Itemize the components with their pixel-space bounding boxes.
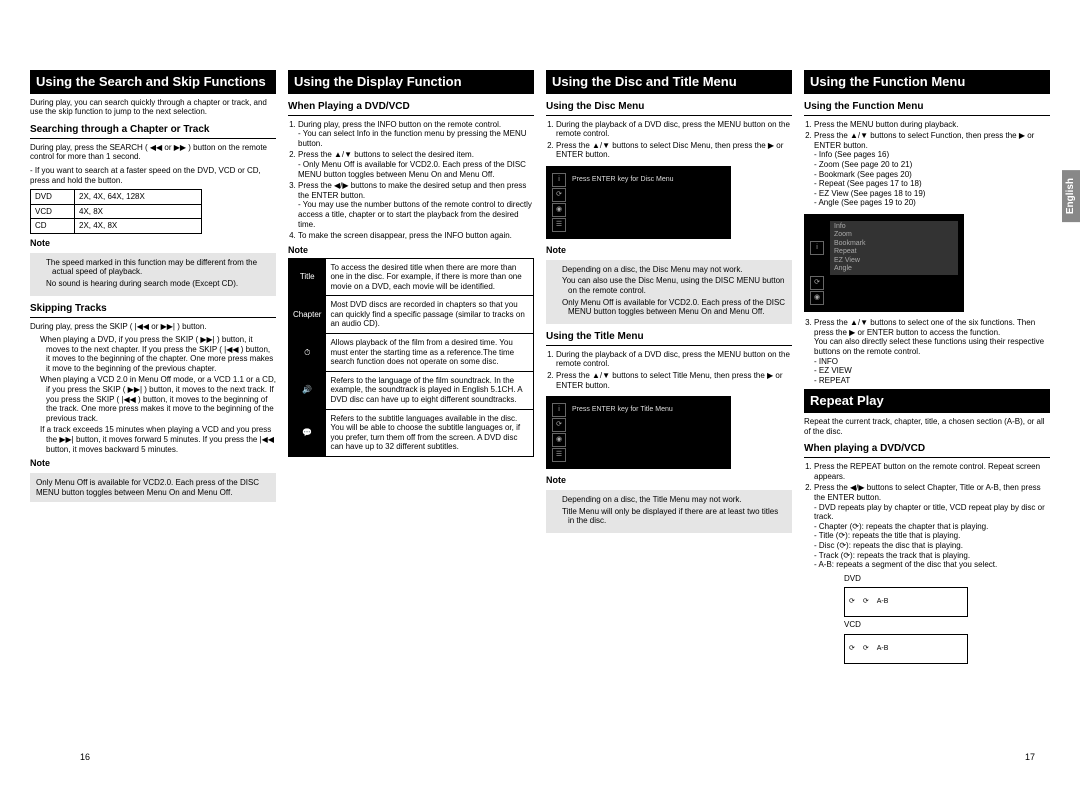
- note-box-1: The speed marked in this function may be…: [30, 253, 276, 296]
- col4: Using the Function Menu Using the Functi…: [804, 70, 1050, 667]
- note-box-3: Depending on a disc, the Disc Menu may n…: [546, 260, 792, 324]
- col2: Using the Display Function When Playing …: [288, 70, 534, 667]
- col3: Using the Disc and Title Menu Using the …: [546, 70, 792, 667]
- dvd-label: DVD: [844, 574, 1050, 584]
- language-tab: English: [1062, 170, 1080, 222]
- title-steps: During the playback of a DVD disc, press…: [546, 350, 792, 390]
- note-label-4: Note: [546, 245, 792, 256]
- osd-function-menu: i Info Zoom Bookmark Repeat EZ View Angl…: [804, 214, 964, 312]
- sub-title-menu: Using the Title Menu: [546, 328, 792, 346]
- skip-text1: During play, press the SKIP ( |◀◀ or ▶▶|…: [30, 322, 276, 332]
- sub-function-menu: Using the Function Menu: [804, 98, 1050, 116]
- header-display: Using the Display Function: [288, 70, 534, 94]
- header-function-menu: Using the Function Menu: [804, 70, 1050, 94]
- note-label-2: Note: [30, 458, 276, 469]
- skip-list: When playing a DVD, if you press the SKI…: [30, 335, 276, 454]
- disc-steps: During the playback of a DVD disc, press…: [546, 120, 792, 160]
- sub-disc-menu: Using the Disc Menu: [546, 98, 792, 116]
- note-label: Note: [30, 238, 276, 249]
- icon-title: Title: [289, 258, 326, 296]
- func-steps: Press the MENU button during playback. P…: [804, 120, 1050, 208]
- repeat-intro: Repeat the current track, chapter, title…: [804, 417, 1050, 436]
- page-num-left: 16: [80, 752, 90, 763]
- note-label-3: Note: [288, 245, 534, 256]
- icon-time: ⏱: [289, 334, 326, 372]
- header-disc-title: Using the Disc and Title Menu: [546, 70, 792, 94]
- search-text1: During play, press the SEARCH ( ◀◀ or ▶▶…: [30, 143, 276, 162]
- sub-when-playing: When Playing a DVD/VCD: [288, 98, 534, 116]
- intro-text: During play, you can search quickly thro…: [30, 98, 276, 117]
- sub-skipping: Skipping Tracks: [30, 300, 276, 318]
- header-search-skip: Using the Search and Skip Functions: [30, 70, 276, 94]
- repeat-steps: Press the REPEAT button on the remote co…: [804, 462, 1050, 570]
- manual-spread: Using the Search and Skip Functions Duri…: [30, 70, 1050, 667]
- display-table: TitleTo access the desired title when th…: [288, 258, 534, 458]
- icon-chapter: Chapter: [289, 296, 326, 334]
- osd-disc-menu: iPress ENTER key for Disc Menu ⟳ ◉ ☰: [546, 166, 731, 239]
- page-num-right: 17: [1025, 752, 1035, 763]
- sub-search-chapter: Searching through a Chapter or Track: [30, 121, 276, 139]
- header-repeat: Repeat Play: [804, 389, 1050, 413]
- icon-subtitle: 💬: [289, 409, 326, 456]
- repeat-dvd-box: ⟳⟳A-B: [844, 587, 968, 617]
- note-box-4: Depending on a disc, the Title Menu may …: [546, 490, 792, 533]
- icon-audio: 🔊: [289, 371, 326, 409]
- func-step3: Press the ▲/▼ buttons to select one of t…: [804, 318, 1050, 385]
- osd-title-menu: iPress ENTER key for Title Menu ⟳ ◉ ☰: [546, 396, 731, 469]
- vcd-label: VCD: [844, 620, 1050, 630]
- display-steps: During play, press the INFO button on th…: [288, 120, 534, 241]
- col1: Using the Search and Skip Functions Duri…: [30, 70, 276, 667]
- search-text2: - If you want to search at a faster spee…: [30, 166, 276, 185]
- sub-repeat-dvd: When playing a DVD/VCD: [804, 440, 1050, 458]
- note-box-2: Only Menu Off is available for VCD2.0. E…: [30, 473, 276, 502]
- repeat-vcd-box: ⟳⟳A-B: [844, 634, 968, 664]
- note-label-5: Note: [546, 475, 792, 486]
- speed-table: DVD2X, 4X, 64X, 128X VCD4X, 8X CD2X, 4X,…: [30, 189, 202, 234]
